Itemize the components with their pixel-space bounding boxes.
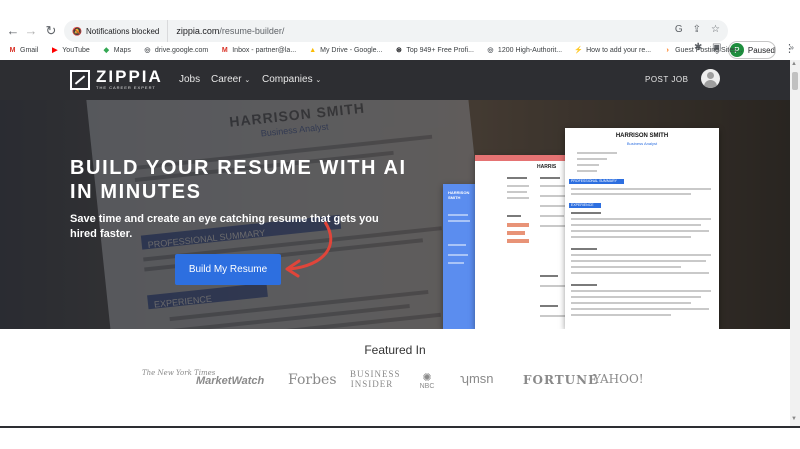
msn-logo: ʮmsn [460, 371, 494, 386]
omnibox-actions: G ⇪ ☆ [675, 24, 720, 35]
bell-off-icon: 🔕 [72, 26, 82, 36]
nbc-peacock-icon: ✺ [422, 372, 432, 384]
featured-in-title: Featured In [364, 343, 426, 357]
logo-tagline: THE CAREER EXPERT [96, 85, 156, 90]
bookmark-item[interactable]: ⊛ Top 949+ Free Profi... [394, 46, 474, 55]
bookmark-site-icon: ⊛ [395, 46, 402, 54]
globe-icon: ◎ [487, 46, 494, 54]
reload-icon[interactable]: ↻ [44, 23, 58, 39]
google-lens-icon[interactable]: G [675, 24, 683, 35]
bookmark-item[interactable]: › Guest Posting Sites... [663, 46, 742, 55]
user-account-icon[interactable] [701, 69, 720, 88]
bookmark-label: Guest Posting Sites... [675, 46, 743, 54]
bookmark-label: 1200 High-Authorit... [497, 46, 563, 54]
gmail-icon: M [9, 46, 16, 54]
bookmark-item[interactable]: M Gmail [8, 46, 39, 55]
marketwatch-logo: MarketWatch [196, 375, 265, 387]
logo-wordmark: ZIPPIA [96, 67, 163, 86]
scrollbar-thumb[interactable] [792, 72, 798, 90]
hero-section: HARRISON SMITH Business Analyst PROFESSI… [0, 60, 790, 329]
bookmark-item[interactable]: ◆ Maps [102, 46, 131, 55]
bookmarks-overflow-icon[interactable]: » [790, 43, 794, 52]
webpage: HARRISON SMITH Business Analyst PROFESSI… [0, 60, 790, 426]
url-path: /resume-builder/ [219, 26, 285, 36]
bookmark-star-icon[interactable]: ☆ [711, 24, 720, 35]
nav-jobs[interactable]: Jobs [179, 74, 200, 85]
featured-in-section: Featured In The New York Times MarketWat… [0, 329, 790, 426]
curved-arrow-icon [285, 221, 333, 278]
resume-preview-3-summary-heading: PROFESSIONAL SUMMARY [571, 179, 617, 183]
bookmark-item[interactable]: M Inbox - partner@la... [220, 46, 296, 55]
zippia-logo-icon [70, 69, 90, 90]
share-icon[interactable]: ⇪ [693, 24, 701, 35]
bookmark-item[interactable]: ⚡ How to add your re... [574, 46, 651, 55]
nytimes-logo: The New York Times [142, 369, 216, 377]
post-job-link[interactable]: POST JOB [645, 75, 688, 84]
scroll-up-icon[interactable]: ▲ [791, 61, 797, 67]
bookmark-label: Maps [113, 46, 131, 54]
forbes-logo: Forbes [288, 372, 337, 388]
bookmark-item[interactable]: ▶ YouTube [50, 46, 90, 55]
scroll-down-icon[interactable]: ▼ [791, 416, 797, 422]
resume-template-preview-3: HARRISON SMITH Business Analyst PROFESSI… [565, 128, 719, 329]
window-bottom-edge [0, 426, 800, 428]
bookmarks-bar: M Gmail ▶ YouTube ◆ Maps ◎ drive.google.com M Inb… [0, 43, 800, 57]
bolt-icon: ⚡ [574, 46, 583, 54]
bookmark-item[interactable]: ◎ drive.google.com [143, 46, 208, 55]
maps-icon: ◆ [103, 46, 109, 54]
msn-butterfly-icon: ʮ [460, 371, 469, 386]
nav-career-label: Career [211, 74, 242, 85]
gmail-icon: M [221, 46, 228, 54]
notifications-blocked-label: Notifications blocked [85, 26, 160, 36]
fortune-logo: FORTUNE [523, 373, 599, 387]
yahoo-logo: YAHOO! [593, 372, 644, 386]
url-host: zippia.com [176, 26, 220, 36]
bookmark-label: YouTube [62, 46, 90, 54]
chevron-down-icon: ⌄ [244, 77, 251, 84]
site-navbar: ZIPPIA THE CAREER EXPERT Jobs Career ⌄ C… [0, 60, 790, 100]
hero-headline: BUILD YOUR RESUME WITH AI IN MINUTES [70, 157, 407, 203]
bookmark-label: Top 949+ Free Profi... [406, 46, 474, 54]
arrow-site-icon: › [666, 46, 669, 54]
bookmark-item[interactable]: ▲ My Drive - Google... [308, 46, 382, 55]
resume-preview-3-experience-heading: EXPERIENCE [571, 203, 594, 207]
toolbar: ← → ↻ 🔕 Notifications blocked zippia.com… [0, 20, 800, 59]
bookmark-item[interactable]: ◎ 1200 High-Authorit... [486, 46, 562, 55]
bookmark-label: drive.google.com [154, 46, 209, 54]
resume-preview-2-name: HARRIS [537, 164, 557, 170]
bookmark-label: My Drive - Google... [320, 46, 383, 54]
page-scrollbar[interactable]: ▲ ▼ [790, 60, 800, 426]
drive-icon: ▲ [309, 46, 317, 54]
bookmark-label: Gmail [20, 46, 39, 54]
resume-preview-1-name: HARRISON SMITH [448, 190, 470, 200]
bookmark-label: Inbox - partner@la... [232, 46, 297, 54]
zippia-logo[interactable]: ZIPPIA THE CAREER EXPERT [70, 67, 163, 90]
chevron-down-icon: ⌄ [315, 77, 322, 84]
nbc-logo-text: NBC [419, 383, 435, 390]
nav-companies[interactable]: Companies ⌄ [262, 74, 321, 85]
business-insider-logo: BUSINESS INSIDER [350, 369, 401, 389]
nav-career[interactable]: Career ⌄ [211, 74, 250, 85]
nbc-logo: ✺ NBC [418, 372, 436, 391]
youtube-icon: ▶ [52, 46, 58, 54]
resume-preview-3-role: Business Analyst [626, 141, 658, 146]
browser-chrome: ← → ↻ 🔕 Notifications blocked zippia.com… [0, 0, 800, 60]
forward-icon[interactable]: → [24, 23, 38, 38]
resume-preview-3-name: HARRISON SMITH [615, 133, 669, 139]
globe-icon: ◎ [144, 46, 151, 54]
resume-template-preview-2: HARRIS [475, 155, 575, 329]
back-icon[interactable]: ← [6, 23, 20, 38]
msn-logo-text: msn [468, 371, 494, 386]
notifications-blocked-chip[interactable]: 🔕 Notifications blocked [64, 20, 169, 42]
bookmark-label: How to add your re... [586, 46, 652, 54]
address-bar[interactable]: 🔕 Notifications blocked zippia.com/resum… [64, 20, 728, 42]
nav-companies-label: Companies [262, 74, 313, 85]
url-text[interactable]: zippia.com/resume-builder/ [176, 26, 284, 36]
